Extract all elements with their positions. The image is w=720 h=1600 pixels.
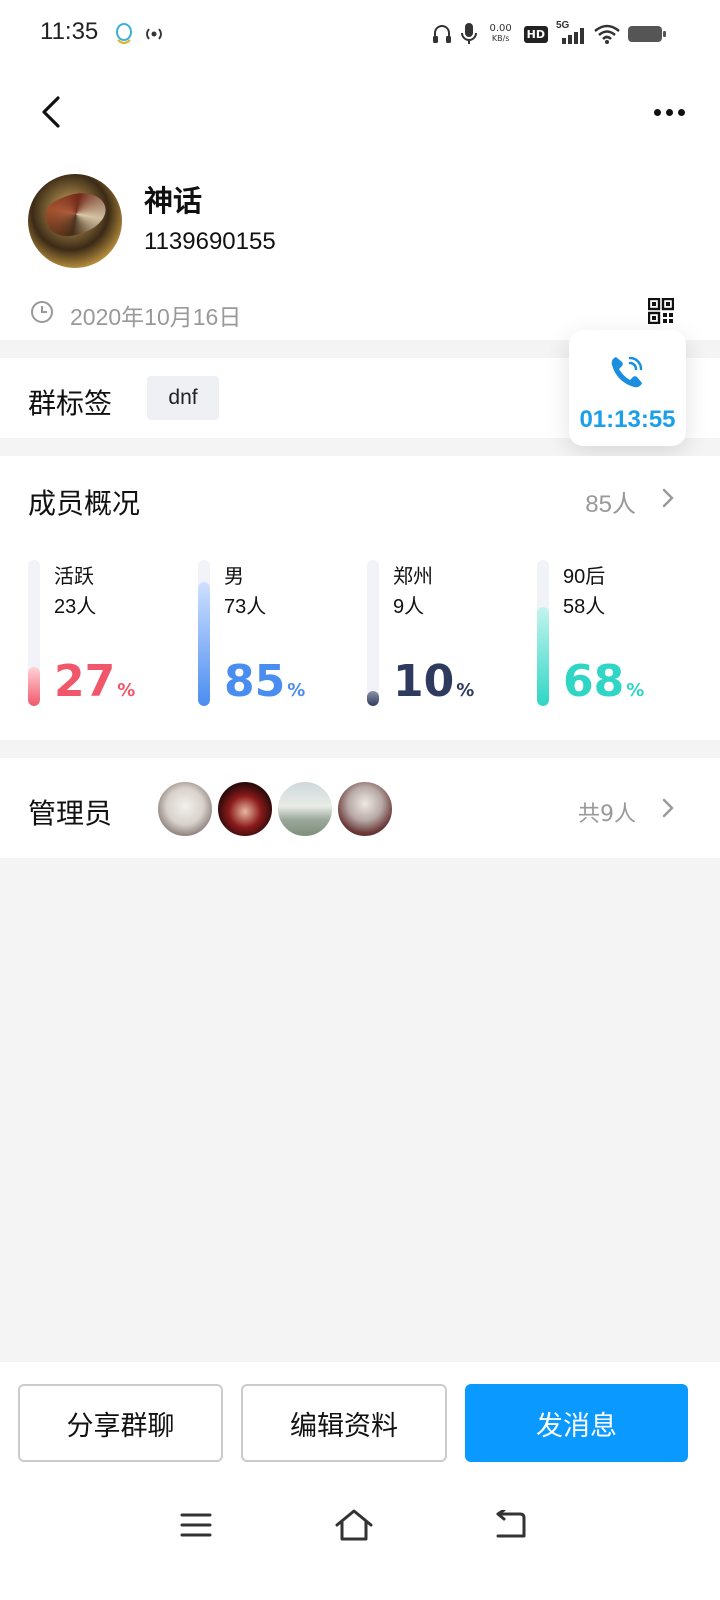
group-name: 神话: [144, 184, 203, 218]
stat-percent-sign: %: [117, 680, 136, 701]
chevron-right-icon: [662, 488, 674, 508]
stat-progress-track: [367, 560, 379, 706]
group-id: 1139690155: [144, 228, 276, 255]
chevron-right-icon: [662, 798, 674, 818]
network-speed: 0.00 KB/s: [486, 24, 516, 44]
stat-percent-sign: %: [287, 680, 306, 701]
menu-icon[interactable]: [180, 1512, 212, 1538]
net-speed-value: 0.00: [489, 23, 512, 34]
admin-avatar[interactable]: [216, 780, 274, 838]
admin-avatar[interactable]: [276, 780, 334, 838]
stat-count: 9人: [393, 596, 425, 618]
hotspot-icon: [146, 28, 162, 40]
microphone-icon: [460, 23, 477, 44]
stat-count: 23人: [54, 596, 97, 618]
stat-label: 活跃: [54, 566, 94, 588]
status-bar: 11:35 0.00 KB/s HD 5G: [0, 0, 720, 68]
members-total: 85人: [585, 491, 636, 518]
wifi-icon: [594, 24, 620, 44]
members-overview-section[interactable]: 成员概况 85人 活跃 23人 27% 男 73人 85% 郑州 9人 10% 90后 58人 68%: [0, 456, 720, 740]
status-time: 11:35: [40, 18, 99, 45]
stat-progress-fill: [198, 582, 210, 706]
qq-notification-icon: [116, 23, 132, 44]
stat-label: 90后: [563, 566, 606, 588]
stat-progress-track: [198, 560, 210, 706]
stat-count: 58人: [563, 596, 606, 618]
stat-label: 男: [224, 566, 244, 588]
stat-percent: 27%: [54, 656, 135, 717]
battery-icon: [628, 26, 666, 42]
hd-badge: HD: [523, 25, 548, 43]
tag-chip[interactable]: dnf: [147, 376, 219, 420]
admins-section[interactable]: 管理员 共9人: [0, 758, 720, 858]
stat-count: 73人: [224, 596, 267, 618]
stat-percent: 68%: [563, 656, 644, 717]
member-stat: 活跃 23人 27%: [28, 560, 188, 710]
phone-icon: [611, 356, 643, 388]
bottom-action-bar: 分享群聊 编辑资料 发消息: [0, 1362, 720, 1600]
stat-percent-sign: %: [456, 680, 475, 701]
send-message-button[interactable]: 发消息: [465, 1384, 688, 1462]
member-stat: 郑州 9人 10%: [367, 560, 527, 710]
stat-progress-track: [28, 560, 40, 706]
edit-profile-button[interactable]: 编辑资料: [241, 1384, 447, 1462]
member-stat: 男 73人 85%: [198, 560, 358, 710]
signal-icon: [562, 28, 584, 44]
call-floating-widget[interactable]: 01:13:55: [569, 330, 686, 446]
stat-percent-value: 10: [393, 656, 455, 707]
qr-code-icon[interactable]: [648, 298, 674, 324]
stat-percent-value: 68: [563, 656, 625, 707]
back-arrow-icon[interactable]: [34, 92, 70, 132]
stat-progress-fill: [367, 691, 379, 706]
member-stat: 90后 58人 68%: [537, 560, 697, 710]
stat-percent-value: 85: [224, 656, 286, 707]
stat-percent: 85%: [224, 656, 305, 717]
stat-progress-fill: [537, 607, 549, 706]
admins-label: 管理员: [28, 797, 113, 830]
more-options-button[interactable]: [654, 106, 690, 118]
status-icons: 0.00 KB/s HD 5G: [432, 20, 666, 48]
admin-avatar[interactable]: [156, 780, 214, 838]
admin-avatar[interactable]: [336, 780, 394, 838]
cellular-signal: 5G: [556, 20, 586, 46]
call-duration: 01:13:55: [579, 406, 676, 433]
created-date: 2020年10月16日: [70, 304, 242, 330]
admins-count: 共9人: [578, 802, 636, 827]
group-avatar[interactable]: [28, 174, 122, 268]
clock-icon: [31, 301, 53, 323]
headset-icon: [432, 25, 451, 43]
stat-progress-fill: [28, 667, 40, 706]
stat-percent: 10%: [393, 656, 474, 717]
nav-back-icon[interactable]: [494, 1510, 526, 1540]
stat-progress-track: [537, 560, 549, 706]
stat-percent-value: 27: [54, 656, 116, 707]
more-dot-icon: [654, 108, 661, 116]
home-icon[interactable]: [334, 1508, 374, 1542]
more-dot-icon: [666, 108, 673, 116]
share-group-button[interactable]: 分享群聊: [18, 1384, 223, 1462]
members-title: 成员概况: [28, 487, 141, 520]
stat-percent-sign: %: [626, 680, 645, 701]
group-header: 神话 1139690155 2020年10月16日: [0, 68, 720, 340]
stat-label: 郑州: [393, 566, 433, 588]
tags-label: 群标签: [28, 387, 113, 420]
net-speed-unit: KB/s: [491, 34, 510, 43]
more-dot-icon: [678, 108, 685, 116]
